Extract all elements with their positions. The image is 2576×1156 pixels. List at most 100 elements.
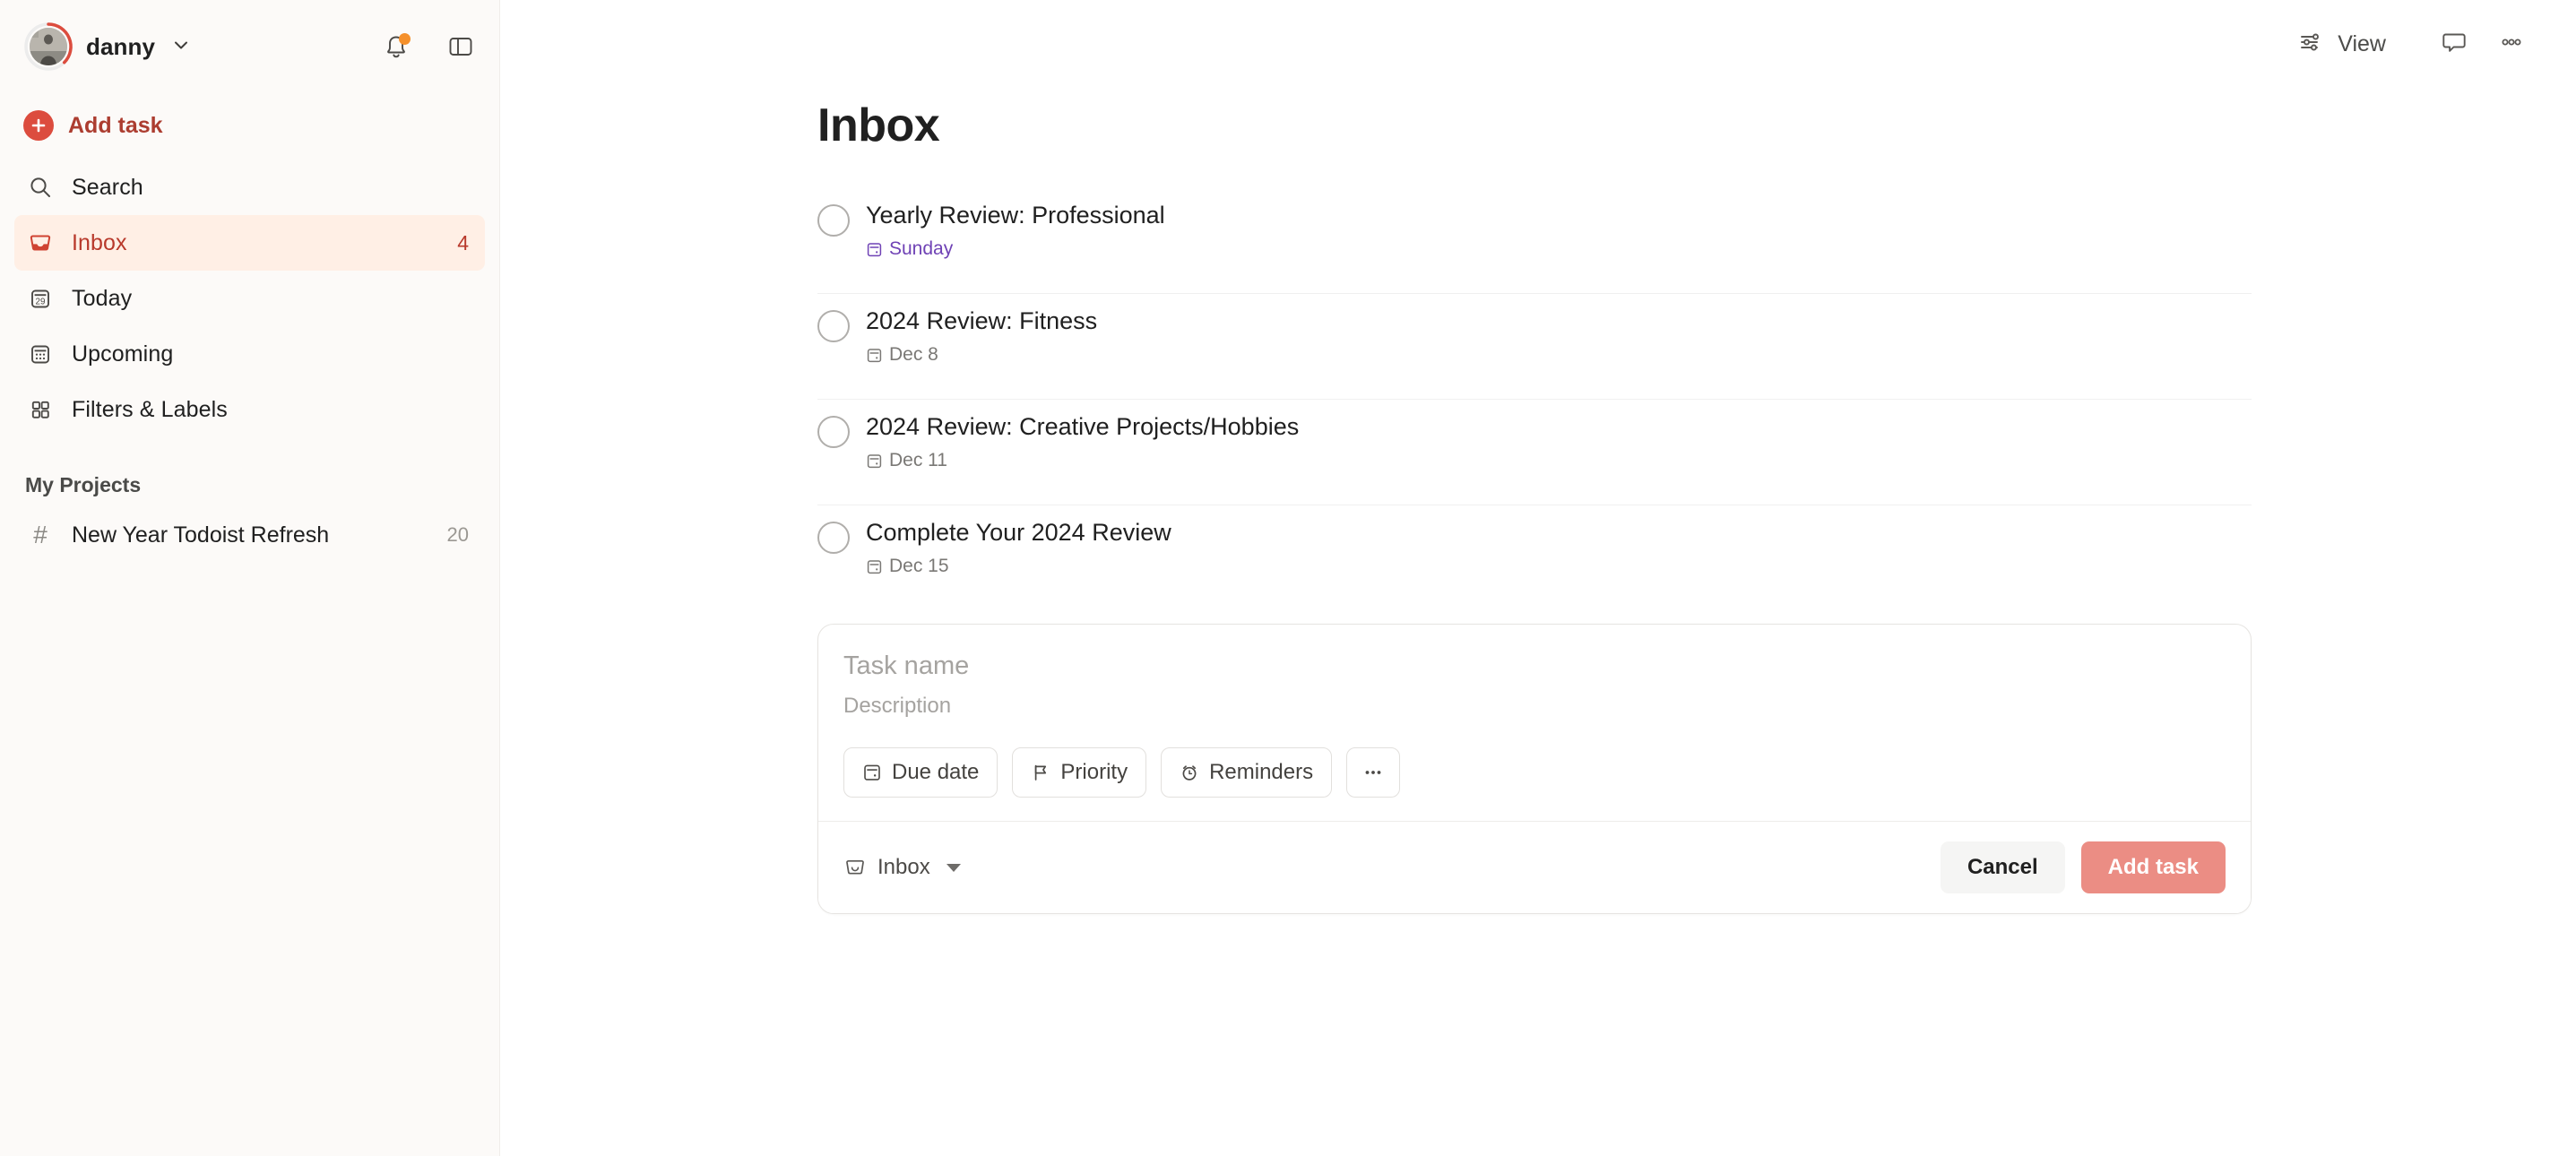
task-due-date-label: Dec 15 <box>889 556 949 577</box>
calendar-small-icon <box>867 560 882 574</box>
panel-toggle-button[interactable] <box>445 31 476 62</box>
priority-button[interactable]: Priority <box>1012 747 1147 798</box>
task-title: 2024 Review: Creative Projects/Hobbies <box>866 413 1300 440</box>
search-icon <box>25 174 56 201</box>
inbox-count-badge: 4 <box>457 230 469 254</box>
sidebar-item-label: Search <box>72 174 143 200</box>
calendar-small-icon <box>864 764 880 781</box>
task-due-date[interactable]: Dec 8 <box>866 344 1097 366</box>
task-title: Complete Your 2024 Review <box>866 519 1171 546</box>
notifications-button[interactable] <box>381 31 411 62</box>
cancel-button[interactable]: Cancel <box>1940 841 2065 893</box>
checkbox-circle-icon[interactable] <box>817 310 850 342</box>
task-due-date[interactable]: Dec 11 <box>866 450 1299 471</box>
page-title: Inbox <box>817 99 940 151</box>
calendar-small-icon <box>867 243 882 257</box>
task-due-date-label: Dec 11 <box>889 450 947 471</box>
sidebar-item-label: Today <box>72 285 133 311</box>
sidebar-header-actions <box>381 31 476 62</box>
main-content: View Inbox Yearly Review: Professional S… <box>500 0 2576 1156</box>
comments-button[interactable] <box>2425 19 2483 70</box>
more-options-button[interactable] <box>2483 19 2540 70</box>
sidebar-item-today[interactable]: 29 Today <box>14 271 485 326</box>
checkbox-circle-icon[interactable] <box>817 522 850 554</box>
avatar-photo <box>30 28 67 65</box>
more-horizontal-icon <box>2497 28 2526 61</box>
task-content: Complete Your 2024 Review Dec 15 <box>866 516 1171 577</box>
sidebar-item-label: Upcoming <box>72 341 174 367</box>
inbox-outline-icon <box>846 859 864 875</box>
add-task-button[interactable]: Add task <box>0 100 499 151</box>
view-button[interactable]: View <box>2284 20 2400 69</box>
content-area: Inbox Yearly Review: Professional Sunday <box>500 99 2576 914</box>
task-content: 2024 Review: Fitness Dec 8 <box>866 305 1097 366</box>
alarm-clock-icon <box>1182 765 1197 781</box>
my-projects-heading: My Projects <box>25 473 142 496</box>
task-title: 2024 Review: Fitness <box>866 307 1098 334</box>
user-menu-button[interactable]: danny <box>23 22 191 72</box>
composer-chip-row: Due date Priority Reminders <box>843 747 2226 798</box>
due-date-button[interactable]: Due date <box>843 747 998 798</box>
calendar-small-icon <box>867 454 882 469</box>
notification-badge-dot <box>399 33 411 45</box>
username-label: danny <box>86 32 156 60</box>
task-row[interactable]: 2024 Review: Creative Projects/Hobbies D… <box>817 400 2252 505</box>
caret-down-icon <box>946 863 961 872</box>
task-content: 2024 Review: Creative Projects/Hobbies D… <box>866 410 1299 471</box>
calendar-small-icon <box>867 349 882 363</box>
composer-footer: Inbox Cancel Add task <box>818 821 2251 913</box>
task-row[interactable]: Complete Your 2024 Review Dec 15 <box>817 505 2252 611</box>
sidebar-header: danny <box>0 0 499 93</box>
priority-label: Priority <box>1060 760 1128 784</box>
comment-bubble-icon <box>2440 28 2468 61</box>
avatar[interactable] <box>23 22 73 72</box>
reminders-button[interactable]: Reminders <box>1161 747 1333 798</box>
project-label: New Year Todoist Refresh <box>72 522 330 548</box>
chevron-down-icon <box>171 35 191 59</box>
sliders-icon <box>2298 29 2325 60</box>
task-title: Yearly Review: Professional <box>866 202 1165 229</box>
sidebar-panel-icon <box>449 38 472 56</box>
task-due-date-label: Sunday <box>889 238 954 260</box>
project-selector[interactable]: Inbox <box>843 855 961 880</box>
composer-actions: Cancel Add task <box>1940 841 2226 893</box>
view-label: View <box>2338 30 2386 56</box>
grid-squares-icon <box>25 396 56 423</box>
checkbox-circle-icon[interactable] <box>817 204 850 237</box>
sidebar-item-upcoming[interactable]: Upcoming <box>14 326 485 382</box>
app-root: danny Add task Search Inbox 4 29 Today U… <box>0 0 2576 1156</box>
task-name-input[interactable]: Task name <box>843 651 2226 681</box>
task-composer: Task name Description Due date Priority … <box>817 624 2252 914</box>
task-row[interactable]: 2024 Review: Fitness Dec 8 <box>817 294 2252 400</box>
flag-icon <box>1035 764 1047 781</box>
sidebar: danny Add task Search Inbox 4 29 Today U… <box>0 0 500 1156</box>
plus-circle-icon <box>23 110 54 141</box>
task-list: Yearly Review: Professional Sunday 2024 … <box>817 188 2252 611</box>
more-horizontal-icon <box>1365 771 1381 774</box>
checkbox-circle-icon[interactable] <box>817 416 850 448</box>
sidebar-item-filters-labels[interactable]: Filters & Labels <box>14 382 485 437</box>
sidebar-item-label: Filters & Labels <box>72 396 228 422</box>
reminders-label: Reminders <box>1209 760 1314 784</box>
sidebar-item-inbox[interactable]: Inbox 4 <box>14 215 485 271</box>
submit-add-task-button[interactable]: Add task <box>2080 841 2226 893</box>
sidebar-project-new-year-todoist-refresh[interactable]: # New Year Todoist Refresh 20 <box>14 508 485 562</box>
project-count: 20 <box>446 523 469 546</box>
task-due-date-label: Dec 8 <box>889 344 938 366</box>
task-due-date[interactable]: Sunday <box>866 238 1165 260</box>
composer-more-options-button[interactable] <box>1346 747 1401 798</box>
inbox-tray-icon <box>25 229 56 256</box>
project-selector-label: Inbox <box>877 855 930 879</box>
add-task-label: Add task <box>68 112 163 138</box>
sidebar-item-label: Inbox <box>72 229 127 255</box>
calendar-29-icon: 29 <box>25 285 56 312</box>
svg-text:29: 29 <box>36 297 46 306</box>
hash-icon: # <box>33 521 48 548</box>
task-row[interactable]: Yearly Review: Professional Sunday <box>817 188 2252 294</box>
composer-fields: Task name Description Due date Priority … <box>818 625 2251 821</box>
task-due-date[interactable]: Dec 15 <box>866 556 1171 577</box>
task-description-input[interactable]: Description <box>843 694 2226 719</box>
sidebar-item-search[interactable]: Search <box>14 160 485 215</box>
sidebar-nav: Search Inbox 4 29 Today Upcoming Filters… <box>0 160 499 437</box>
task-content: Yearly Review: Professional Sunday <box>866 199 1165 260</box>
